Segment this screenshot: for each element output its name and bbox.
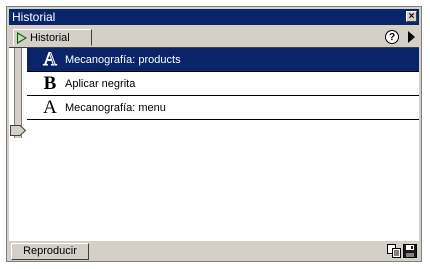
history-list[interactable]: A Mecanografía: products B Aplicar negri… <box>9 47 419 241</box>
panel-titlebar[interactable]: Historial × <box>9 9 419 25</box>
history-item-label: Aplicar negrita <box>65 78 136 90</box>
panel-footer: Reproducir <box>9 242 419 260</box>
save-command-icon[interactable] <box>403 244 417 258</box>
bold-icon: B <box>43 73 57 94</box>
help-icon[interactable]: ? <box>385 30 399 44</box>
tab-row: Historial ? <box>9 27 419 47</box>
history-item-label: Mecanografía: menu <box>65 102 166 114</box>
history-gutter <box>9 48 27 241</box>
history-item-label: Mecanografía: products <box>65 54 181 66</box>
panel-title: Historial <box>12 10 56 24</box>
history-item-apply-bold[interactable]: B Aplicar negrita <box>27 72 419 96</box>
history-item-typing-products[interactable]: A Mecanografía: products <box>27 48 419 72</box>
history-panel: Historial × Historial ? A Mecanografía: … <box>6 6 422 262</box>
typing-icon: A <box>43 49 58 71</box>
close-icon[interactable]: × <box>406 11 417 22</box>
tab-historial[interactable]: Historial <box>13 29 92 46</box>
replay-button[interactable]: Reproducir <box>11 243 89 260</box>
history-slider-handle[interactable] <box>10 125 26 136</box>
tab-label: Historial <box>30 32 70 44</box>
typing-icon: A <box>43 97 57 118</box>
copy-steps-icon[interactable] <box>387 244 401 258</box>
panel-menu-arrow-icon[interactable] <box>408 31 415 43</box>
history-item-typing-menu[interactable]: A Mecanografía: menu <box>27 96 419 120</box>
play-triangle-icon <box>17 32 27 44</box>
